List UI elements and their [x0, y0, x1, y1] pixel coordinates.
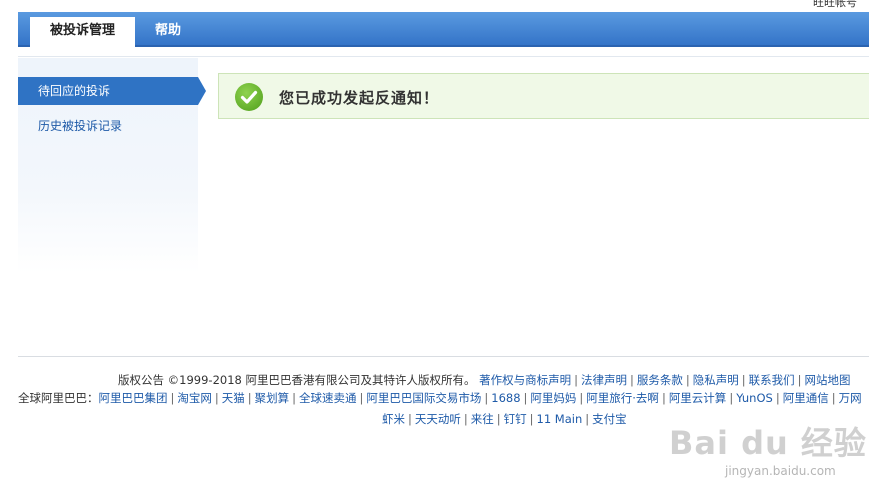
footer-separator: | — [831, 391, 836, 405]
footer-separator: | — [529, 412, 534, 426]
footer-group-link-7[interactable]: 阿里妈妈 — [530, 391, 576, 405]
footer-separator: | — [685, 373, 690, 387]
footer-separator: | — [292, 391, 296, 405]
copyright-text: 版权公告 ©1999-2018 阿里巴巴香港有限公司及其特许人版权所有。 — [118, 373, 476, 387]
footer-separator: | — [661, 391, 666, 405]
baidu-jingyan-watermark: Bai du 经验 jingyan.baidu.com — [665, 418, 866, 488]
success-message: 您已成功发起反通知！ — [279, 89, 440, 107]
footer-group-link-6[interactable]: 1688 — [491, 391, 520, 405]
header-divider — [18, 56, 869, 57]
footer-separator: | — [797, 373, 802, 387]
footer-group-link-2[interactable]: 天猫 — [222, 391, 245, 405]
watermark-brand: Bai du 经验 — [669, 424, 867, 462]
footer-separator: | — [247, 391, 252, 405]
footer-separator: | — [775, 391, 780, 405]
sidebar-item-pending[interactable]: 待回应的投诉 — [18, 77, 198, 105]
tab-help[interactable]: 帮助 — [144, 17, 192, 47]
footer-legal-link-0[interactable]: 著作权与商标声明 — [479, 373, 571, 387]
sidebar-item-history[interactable]: 历史被投诉记录 — [18, 112, 198, 140]
footer-separator: | — [496, 412, 501, 426]
footer-separator: | — [170, 391, 175, 405]
footer-legal-link-2[interactable]: 服务条款 — [637, 373, 683, 387]
footer-separator: | — [741, 373, 746, 387]
footer-separator: | — [579, 391, 584, 405]
footer-group-link-row3-3[interactable]: 钉钉 — [504, 412, 527, 426]
footer-divider — [18, 356, 869, 357]
footer-separator: | — [463, 412, 468, 426]
footer-group-link-row3-0[interactable]: 虾米 — [382, 412, 405, 426]
active-arrow-icon — [198, 77, 206, 105]
footer-group-row: 全球阿里巴巴：阿里巴巴集团 | 淘宝网 | 天猫 | 聚划算 | 全球速卖通 | 阿里巴巴国际交易市… — [18, 390, 869, 406]
footer-group-link-row3-2[interactable]: 来往 — [471, 412, 494, 426]
footer-group-link-10[interactable]: YunOS — [736, 391, 773, 405]
footer-group-link-row3-4[interactable]: 11 Main — [537, 412, 583, 426]
group-prefix: 全球阿里巴巴： — [18, 391, 99, 405]
footer-group-link-12[interactable]: 万网 — [839, 391, 862, 405]
footer-group-link-9[interactable]: 阿里云计算 — [669, 391, 727, 405]
footer-legal-link-4[interactable]: 联系我们 — [749, 373, 795, 387]
success-message-box: 您已成功发起反通知！ — [218, 73, 869, 119]
footer-group-link-4[interactable]: 全球速卖通 — [299, 391, 357, 405]
footer-separator: | — [408, 412, 412, 426]
sidebar: 待回应的投诉 历史被投诉记录 — [18, 58, 206, 273]
footer-separator: | — [630, 373, 634, 387]
top-strip: 旺旺帐号 — [0, 0, 869, 12]
footer-separator: | — [574, 373, 579, 387]
footer-legal-link-3[interactable]: 隐私声明 — [693, 373, 739, 387]
account-link[interactable]: 旺旺帐号 — [813, 0, 857, 10]
footer-separator: | — [729, 391, 734, 405]
checkmark-icon — [235, 83, 263, 111]
footer-separator: | — [585, 412, 590, 426]
footer-group-link-1[interactable]: 淘宝网 — [177, 391, 212, 405]
footer-separator: | — [214, 391, 219, 405]
footer-copyright-row: 版权公告 ©1999-2018 阿里巴巴香港有限公司及其特许人版权所有。 著作权… — [18, 372, 869, 388]
footer-separator: | — [359, 391, 364, 405]
tab-complaint-management[interactable]: 被投诉管理 — [30, 17, 135, 47]
footer-group-link-row3-5[interactable]: 支付宝 — [592, 412, 627, 426]
footer-legal-link-5[interactable]: 网站地图 — [805, 373, 851, 387]
footer-group-link-3[interactable]: 聚划算 — [255, 391, 290, 405]
footer-group-link-row3-1[interactable]: 天天动听 — [415, 412, 461, 426]
main-tab-bar: 被投诉管理 帮助 — [18, 12, 869, 47]
watermark-url: jingyan.baidu.com — [725, 464, 836, 478]
footer-legal-link-1[interactable]: 法律声明 — [581, 373, 627, 387]
footer-group-link-8[interactable]: 阿里旅行·去啊 — [586, 391, 659, 405]
footer-separator: | — [523, 391, 528, 405]
footer-group-link-5[interactable]: 阿里巴巴国际交易市场 — [366, 391, 481, 405]
footer-group-link-11[interactable]: 阿里通信 — [783, 391, 829, 405]
footer-separator: | — [484, 391, 489, 405]
footer-group-link-0[interactable]: 阿里巴巴集团 — [99, 391, 168, 405]
